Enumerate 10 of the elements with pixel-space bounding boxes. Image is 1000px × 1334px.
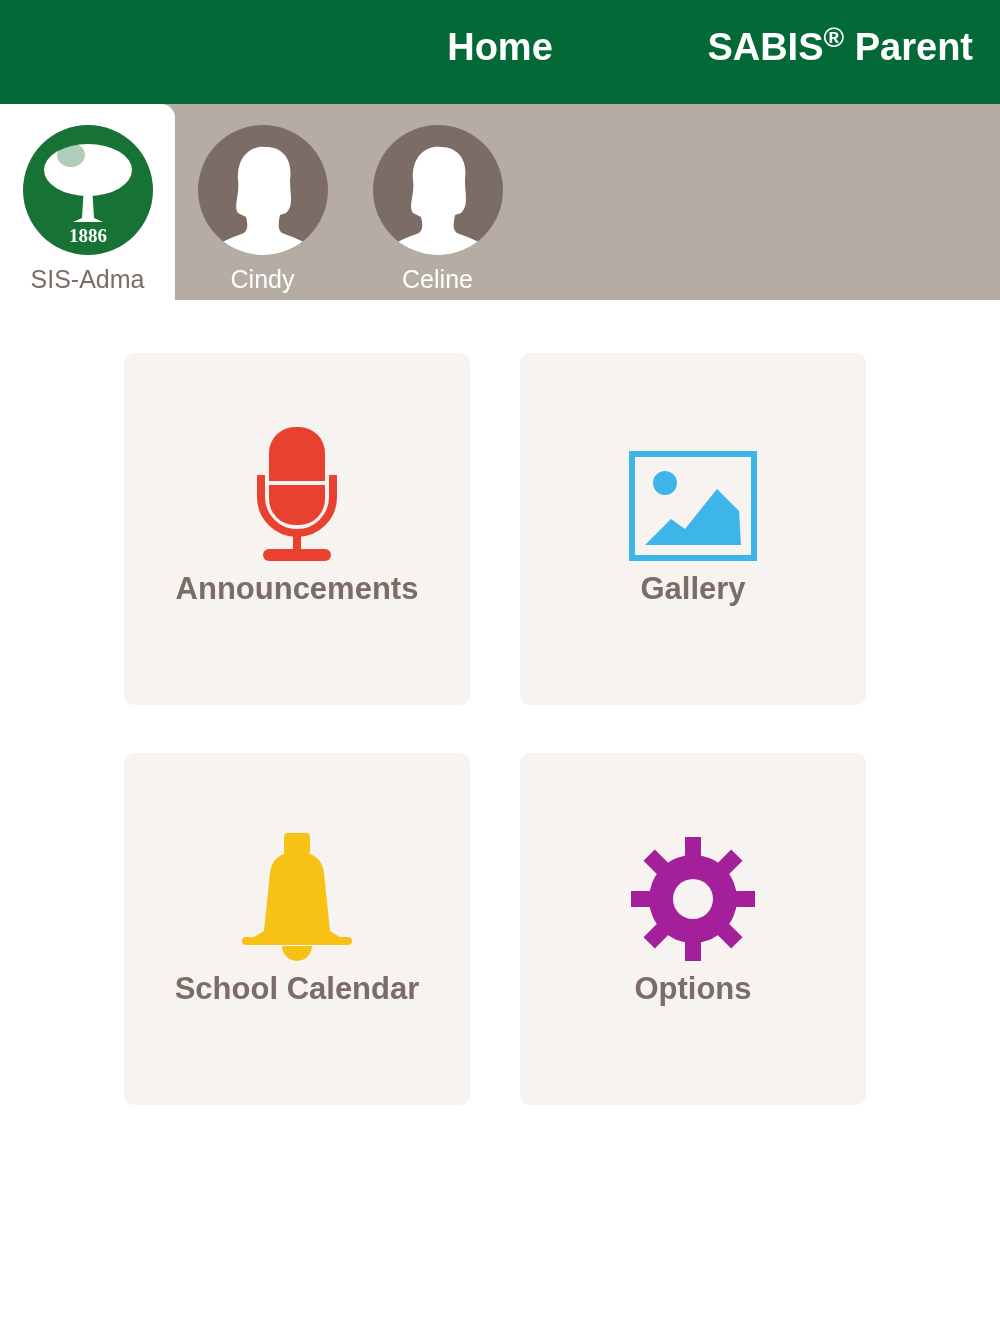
menu-tile[interactable]: Gallery (520, 353, 866, 705)
school-logo: 1886 (22, 125, 153, 255)
menu-tile[interactable]: School Calendar (124, 753, 470, 1105)
app-name: SABIS$^{®}$ Parent (707, 26, 973, 69)
person-avatar-icon (197, 125, 328, 255)
page-title: Home (447, 26, 553, 69)
menu-tile[interactable]: Announcements (124, 353, 470, 705)
person-avatar-icon (372, 125, 503, 255)
menu-tile[interactable]: Options (520, 753, 866, 1105)
profile-tab[interactable]: 1886 SIS-Adma (0, 104, 175, 300)
